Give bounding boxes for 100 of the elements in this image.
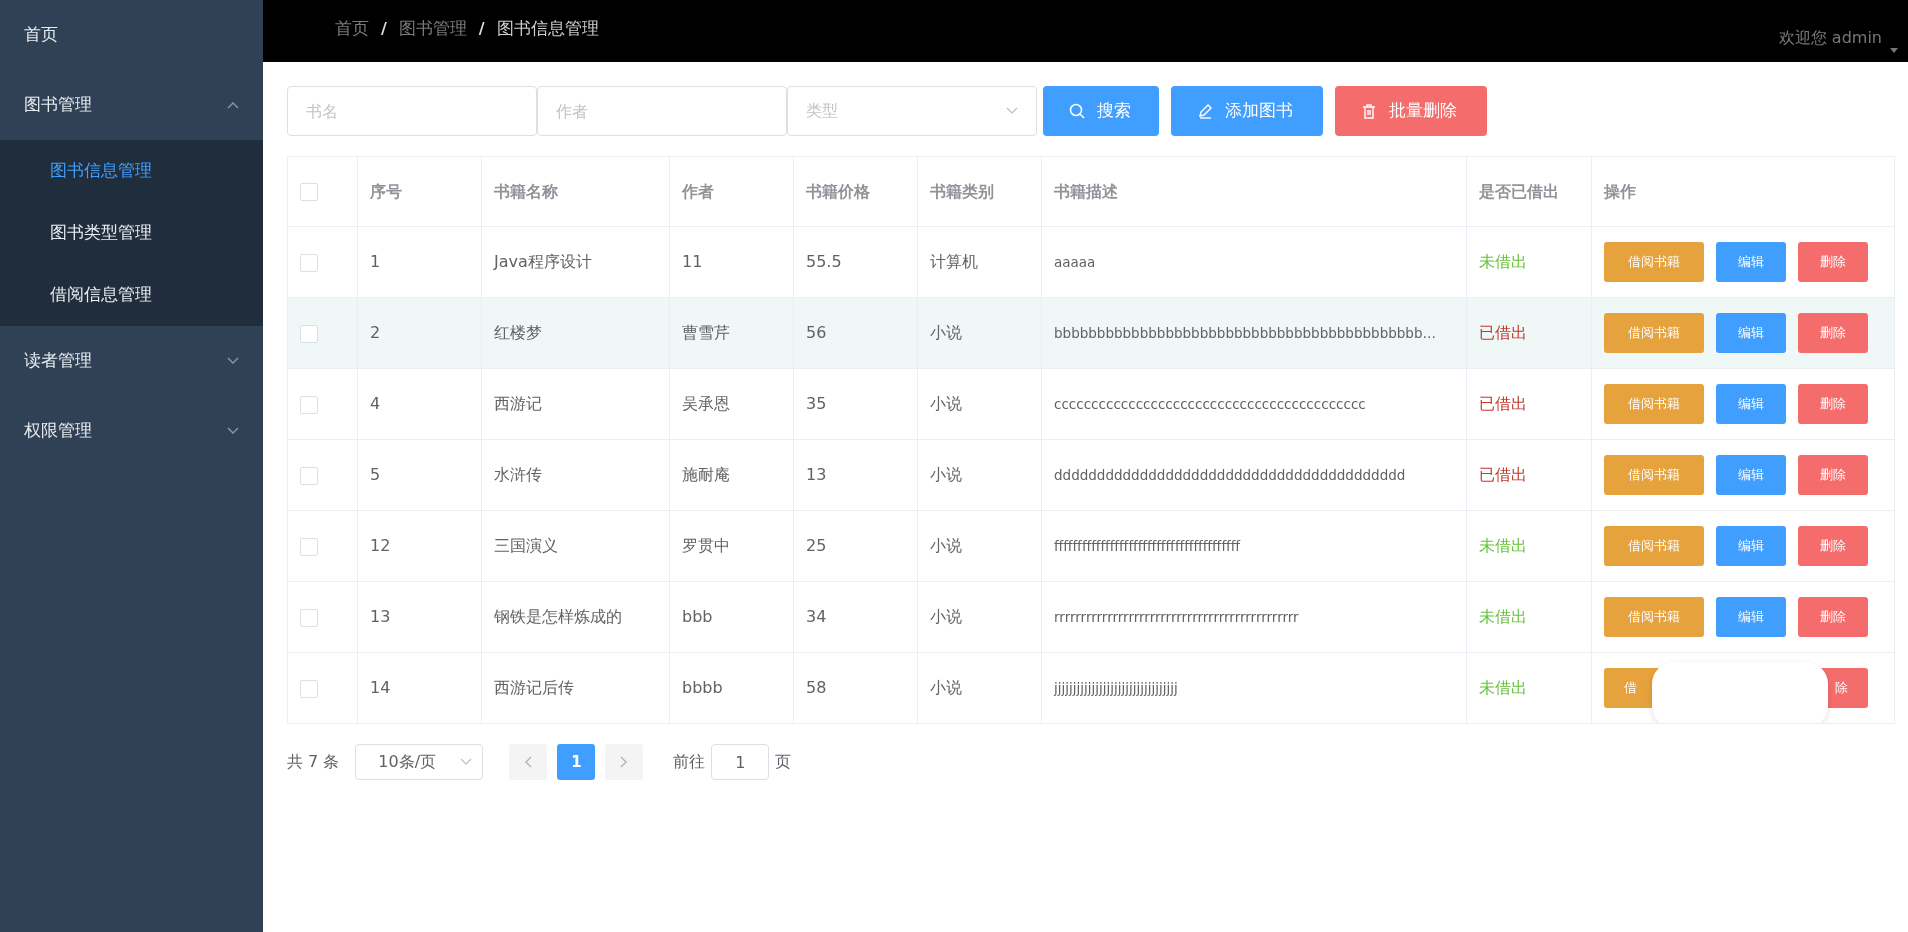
add-book-button[interactable]: 添加图书 — [1171, 86, 1323, 136]
sidebar-item[interactable]: 首页 — [0, 0, 263, 70]
delete-button[interactable]: 删除 — [1798, 597, 1868, 637]
table-cell: 施耐庵 — [682, 465, 730, 484]
row-checkbox[interactable] — [300, 466, 318, 485]
edit-button[interactable]: 编辑 — [1716, 313, 1786, 353]
edit-button[interactable]: 编辑 — [1716, 384, 1786, 424]
delete-button[interactable]: 删除 — [1798, 242, 1868, 282]
submenu-item[interactable]: 借阅信息管理 — [0, 264, 263, 326]
edit-button[interactable]: 编辑 — [1716, 455, 1786, 495]
table-cell: 35 — [806, 394, 827, 413]
row-checkbox[interactable] — [300, 395, 318, 414]
borrow-button[interactable]: 借阅书籍 — [1604, 313, 1704, 353]
column-header: 书籍类别 — [917, 156, 1042, 227]
table-cell: ddddddddddddddddddddddddddddddddddddddddd — [1054, 467, 1406, 483]
borrow-button[interactable]: 借阅书籍 — [1604, 455, 1704, 495]
trash-icon — [1361, 103, 1377, 119]
breadcrumb-separator: / — [478, 17, 485, 40]
page-size-dropdown[interactable]: 10条/页 — [355, 744, 484, 780]
breadcrumb-separator: / — [381, 17, 387, 40]
caret-icon — [1890, 48, 1898, 53]
table-cell: 西游记 — [494, 394, 542, 413]
delete-button[interactable]: 删除 — [1798, 526, 1868, 566]
sidebar-item[interactable]: 图书管理 — [0, 70, 263, 140]
search-field[interactable]: 书名 — [287, 86, 537, 136]
status-text: 已借出 — [1479, 394, 1527, 413]
row-checkbox[interactable] — [300, 253, 318, 272]
borrow-button[interactable]: 借阅书籍 — [1604, 384, 1704, 424]
table-cell: 小说 — [930, 465, 962, 484]
column-header: 操作 — [1591, 156, 1895, 227]
edit-button[interactable]: 编辑 — [1716, 597, 1786, 637]
table-cell: 4 — [370, 394, 381, 413]
breadcrumb-link[interactable]: 图书管理 — [398, 16, 467, 42]
breadcrumb-link[interactable]: 首页 — [335, 16, 369, 42]
table-cell: 小说 — [930, 323, 962, 342]
batch-delete-button[interactable]: 批量删除 — [1335, 86, 1487, 136]
borrow-button[interactable]: 借阅书籍 — [1604, 242, 1704, 282]
column-header: 作者 — [669, 156, 794, 227]
borrow-button[interactable]: 借阅书籍 — [1604, 597, 1704, 637]
status-text: 已借出 — [1479, 465, 1527, 484]
submenu-item[interactable]: 图书类型管理 — [0, 202, 263, 264]
edit-button[interactable]: 编辑 — [1716, 526, 1786, 566]
total-count: 共 7 条 — [287, 751, 340, 773]
user-menu[interactable]: 欢迎您 admin — [1778, 26, 1882, 50]
table-cell: aaaaa — [1054, 254, 1096, 270]
table-cell: bbbb — [682, 678, 723, 697]
table-cell: 小说 — [930, 678, 962, 697]
type-dropdown[interactable]: 类型 — [787, 86, 1037, 136]
status-text: 未借出 — [1479, 607, 1527, 626]
table-cell: 小说 — [930, 536, 962, 555]
status-text: 未借出 — [1479, 678, 1527, 697]
search-field[interactable]: 作者 — [537, 86, 787, 136]
column-header: 书籍名称 — [481, 156, 670, 227]
table-cell: 计算机 — [930, 252, 978, 271]
page-input[interactable]: 1 — [711, 744, 770, 780]
search-icon — [1069, 103, 1085, 119]
table-cell: 34 — [806, 607, 827, 626]
chevron-right-icon — [620, 756, 629, 768]
edit-button[interactable]: 编辑 — [1716, 242, 1786, 282]
delete-button[interactable]: 删除 — [1798, 384, 1868, 424]
table-cell: 小说 — [930, 394, 962, 413]
table-cell: 55.5 — [806, 252, 842, 271]
row-checkbox[interactable] — [300, 537, 318, 556]
delete-button[interactable]: 删除 — [1798, 455, 1868, 495]
table-cell: 1 — [370, 252, 381, 271]
table-cell: 吴承恩 — [682, 394, 730, 413]
table-cell: 罗贯中 — [682, 536, 730, 555]
sidebar-item[interactable]: 权限管理 — [0, 396, 263, 466]
prev-page-button[interactable] — [509, 744, 548, 780]
pencil-icon — [1197, 103, 1213, 119]
sidebar-item[interactable]: 读者管理 — [0, 326, 263, 396]
search-button[interactable]: 搜索 — [1043, 86, 1159, 136]
table-cell: 12 — [370, 536, 391, 555]
next-page-button[interactable] — [605, 744, 644, 780]
page-suffix: 页 — [775, 751, 792, 773]
table-cell: 曹雪芹 — [682, 323, 730, 342]
table-cell: Java程序设计 — [494, 252, 592, 271]
goto-label: 前往 — [673, 751, 706, 773]
row-checkbox[interactable] — [300, 324, 318, 343]
table-cell: 小说 — [930, 607, 962, 626]
column-header: 书籍描述 — [1041, 156, 1467, 227]
table-cell: rrrrrrrrrrrrrrrrrrrrrrrrrrrrrrrrrrrrrrrrrrrrrr — [1054, 609, 1299, 625]
status-text: 未借出 — [1479, 252, 1527, 271]
table-cell: 钢铁是怎样炼成的 — [494, 607, 622, 626]
page-number[interactable]: 1 — [557, 744, 596, 780]
table-cell: 水浒传 — [494, 465, 542, 484]
delete-button[interactable]: 删除 — [1798, 313, 1868, 353]
table-cell: jjjjjjjjjjjjjjjjjjjjjjjjjjjjjjjjj — [1054, 680, 1178, 696]
column-header: 是否已借出 — [1466, 156, 1592, 227]
table-cell: 11 — [682, 252, 703, 271]
status-text: 未借出 — [1479, 536, 1527, 555]
row-checkbox[interactable] — [300, 608, 318, 627]
chevron-down-icon — [460, 758, 473, 766]
table-cell: bbb — [682, 607, 713, 626]
borrow-button[interactable]: 借阅书籍 — [1604, 526, 1704, 566]
column-header: 书籍价格 — [793, 156, 918, 227]
table-cell: ffffffffffffffffffffffffffffffffffffffff — [1054, 538, 1241, 554]
row-checkbox[interactable] — [300, 679, 318, 698]
submenu-item[interactable]: 图书信息管理 — [0, 140, 263, 202]
select-all-checkbox[interactable] — [300, 183, 318, 201]
